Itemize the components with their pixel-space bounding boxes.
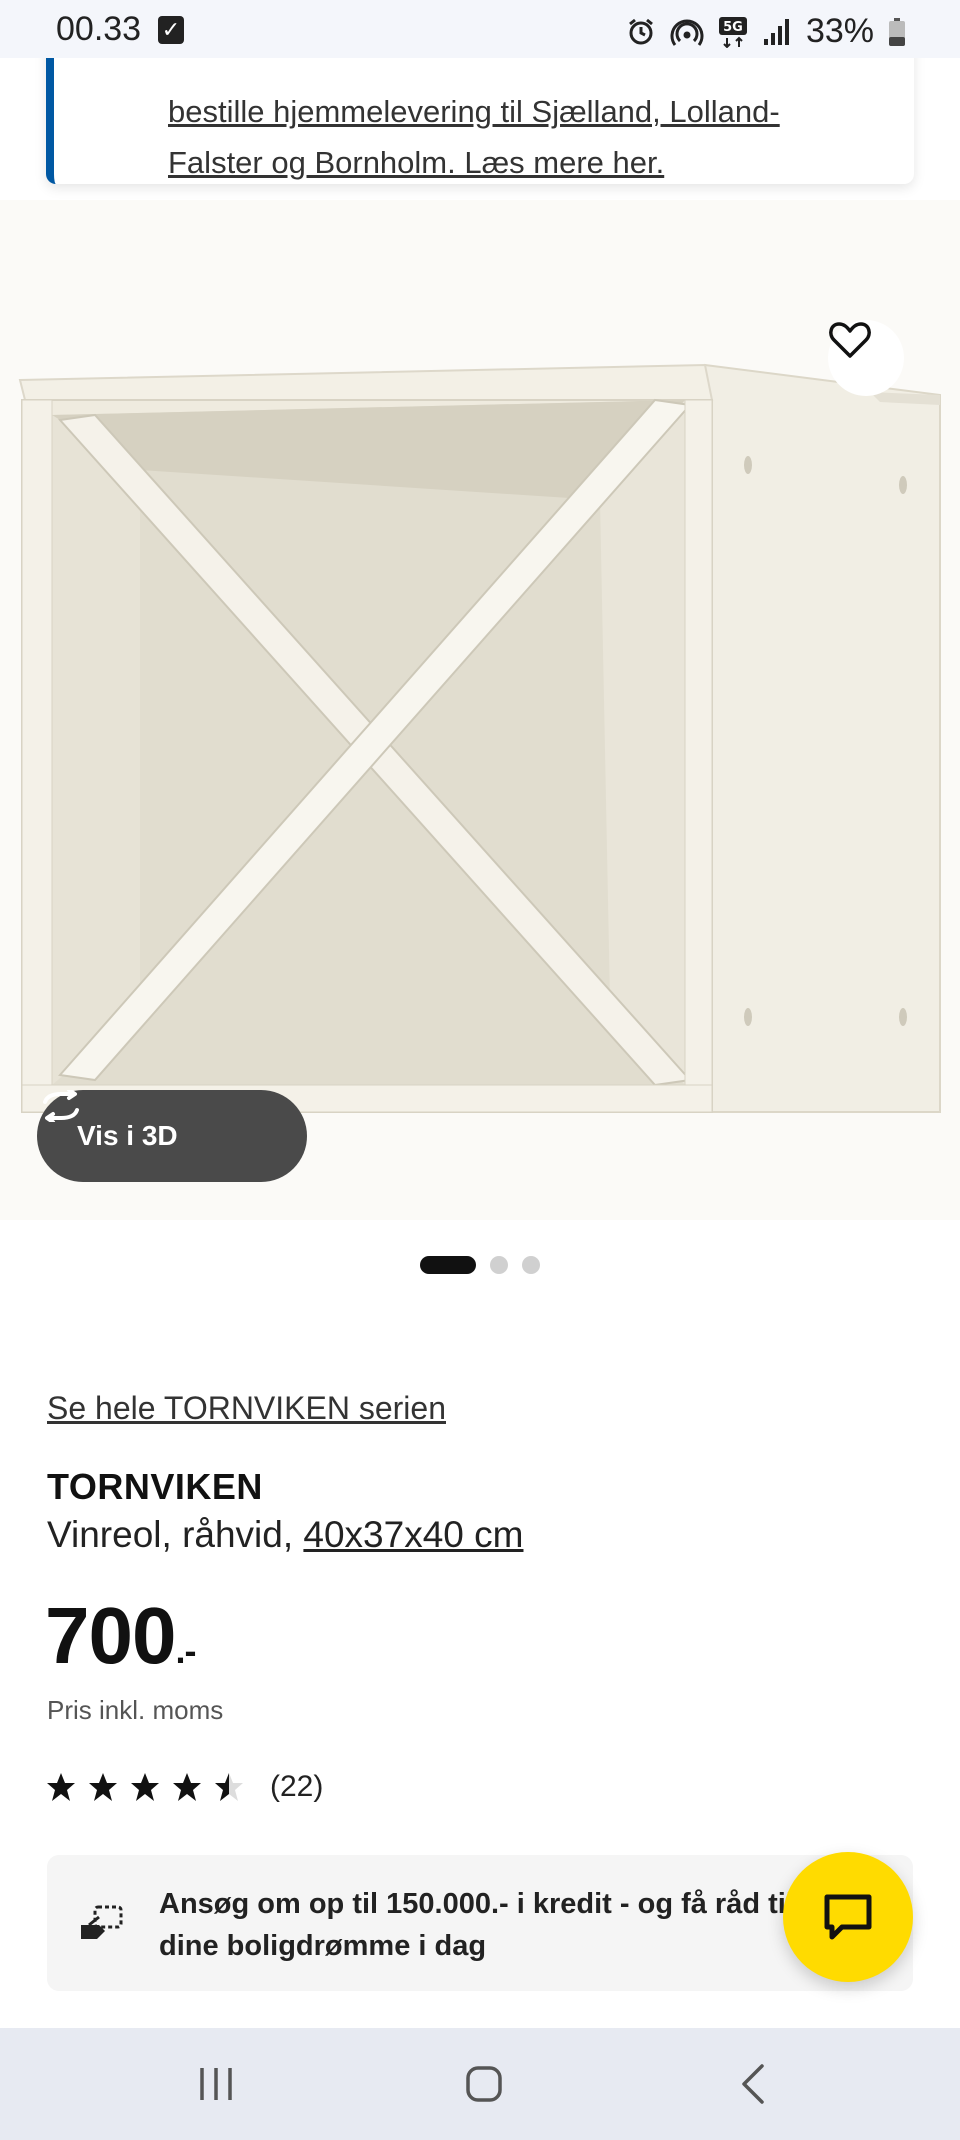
- star-full-icon: [173, 1773, 201, 1801]
- battery-percentage: 33%: [805, 12, 874, 50]
- gallery-pagination: [0, 1254, 960, 1276]
- price-suffix: .-: [175, 1630, 196, 1671]
- gallery-dot-1[interactable]: [420, 1256, 476, 1274]
- delivery-notice-line-1: bestille hjemmelevering til Sjælland, Lo…: [168, 94, 780, 129]
- status-icons: 5G 33%: [626, 12, 906, 51]
- favorite-button[interactable]: [828, 320, 904, 396]
- star-half-icon: [215, 1773, 243, 1801]
- home-icon: [466, 2066, 502, 2102]
- delivery-notice-line-2: Falster og Bornholm. Læs mere her.: [168, 145, 665, 180]
- system-nav-bar: [0, 2028, 960, 2140]
- series-link[interactable]: Se hele TORNVIKEN serien: [47, 1390, 446, 1427]
- product-price: 700.-: [45, 1590, 196, 1682]
- view-in-3d-label: Vis i 3D: [77, 1120, 178, 1151]
- alarm-icon: [629, 18, 653, 44]
- wine-rack-product-image: [18, 363, 941, 1113]
- rotate-3d-icon: [43, 1090, 79, 1122]
- checkbox-notification-icon: ✓: [158, 16, 184, 44]
- svg-text:5G: 5G: [723, 20, 743, 35]
- gallery-dot-3[interactable]: [522, 1256, 540, 1274]
- product-rating[interactable]: (22): [46, 1770, 323, 1804]
- star-full-icon: [89, 1773, 117, 1801]
- home-button[interactable]: [414, 2028, 554, 2140]
- price-amount: 700: [45, 1591, 176, 1680]
- product-description: Vinreol, råhvid, 40x37x40 cm: [47, 1514, 523, 1556]
- back-button[interactable]: [683, 2028, 823, 2140]
- hotspot-icon: [670, 19, 704, 46]
- recent-apps-button[interactable]: [146, 2028, 286, 2140]
- rating-count: (22): [270, 1770, 324, 1803]
- back-icon: [742, 2064, 764, 2104]
- hand-card-icon: [81, 1905, 123, 1939]
- 5g-icon: 5G: [718, 16, 747, 48]
- view-in-3d-button[interactable]: Vis i 3D: [37, 1090, 307, 1182]
- chat-button[interactable]: [783, 1852, 913, 1982]
- battery-icon: [889, 17, 905, 46]
- product-name: TORNVIKEN: [47, 1466, 263, 1507]
- product-size-link[interactable]: 40x37x40 cm: [303, 1514, 523, 1555]
- heart-outline-icon: [829, 322, 871, 358]
- chat-bubble-icon: [824, 1894, 872, 1940]
- gallery-dot-2[interactable]: [490, 1256, 508, 1274]
- recent-apps-icon: [200, 2068, 232, 2100]
- status-time: 00.33: [56, 10, 142, 48]
- product-description-text: Vinreol, råhvid,: [47, 1514, 304, 1555]
- star-full-icon: [47, 1773, 75, 1801]
- price-note: Pris inkl. moms: [47, 1695, 224, 1725]
- signal-icon: [763, 18, 789, 45]
- star-full-icon: [131, 1773, 159, 1801]
- delivery-notice-link[interactable]: bestille hjemmelevering til Sjælland, Lo…: [168, 86, 928, 188]
- delivery-notice-banner[interactable]: bestille hjemmelevering til Sjælland, Lo…: [46, 40, 914, 184]
- status-bar: 00.33 ✓ 5G 33%: [0, 0, 960, 58]
- product-image-gallery[interactable]: Vis i 3D: [0, 200, 960, 1220]
